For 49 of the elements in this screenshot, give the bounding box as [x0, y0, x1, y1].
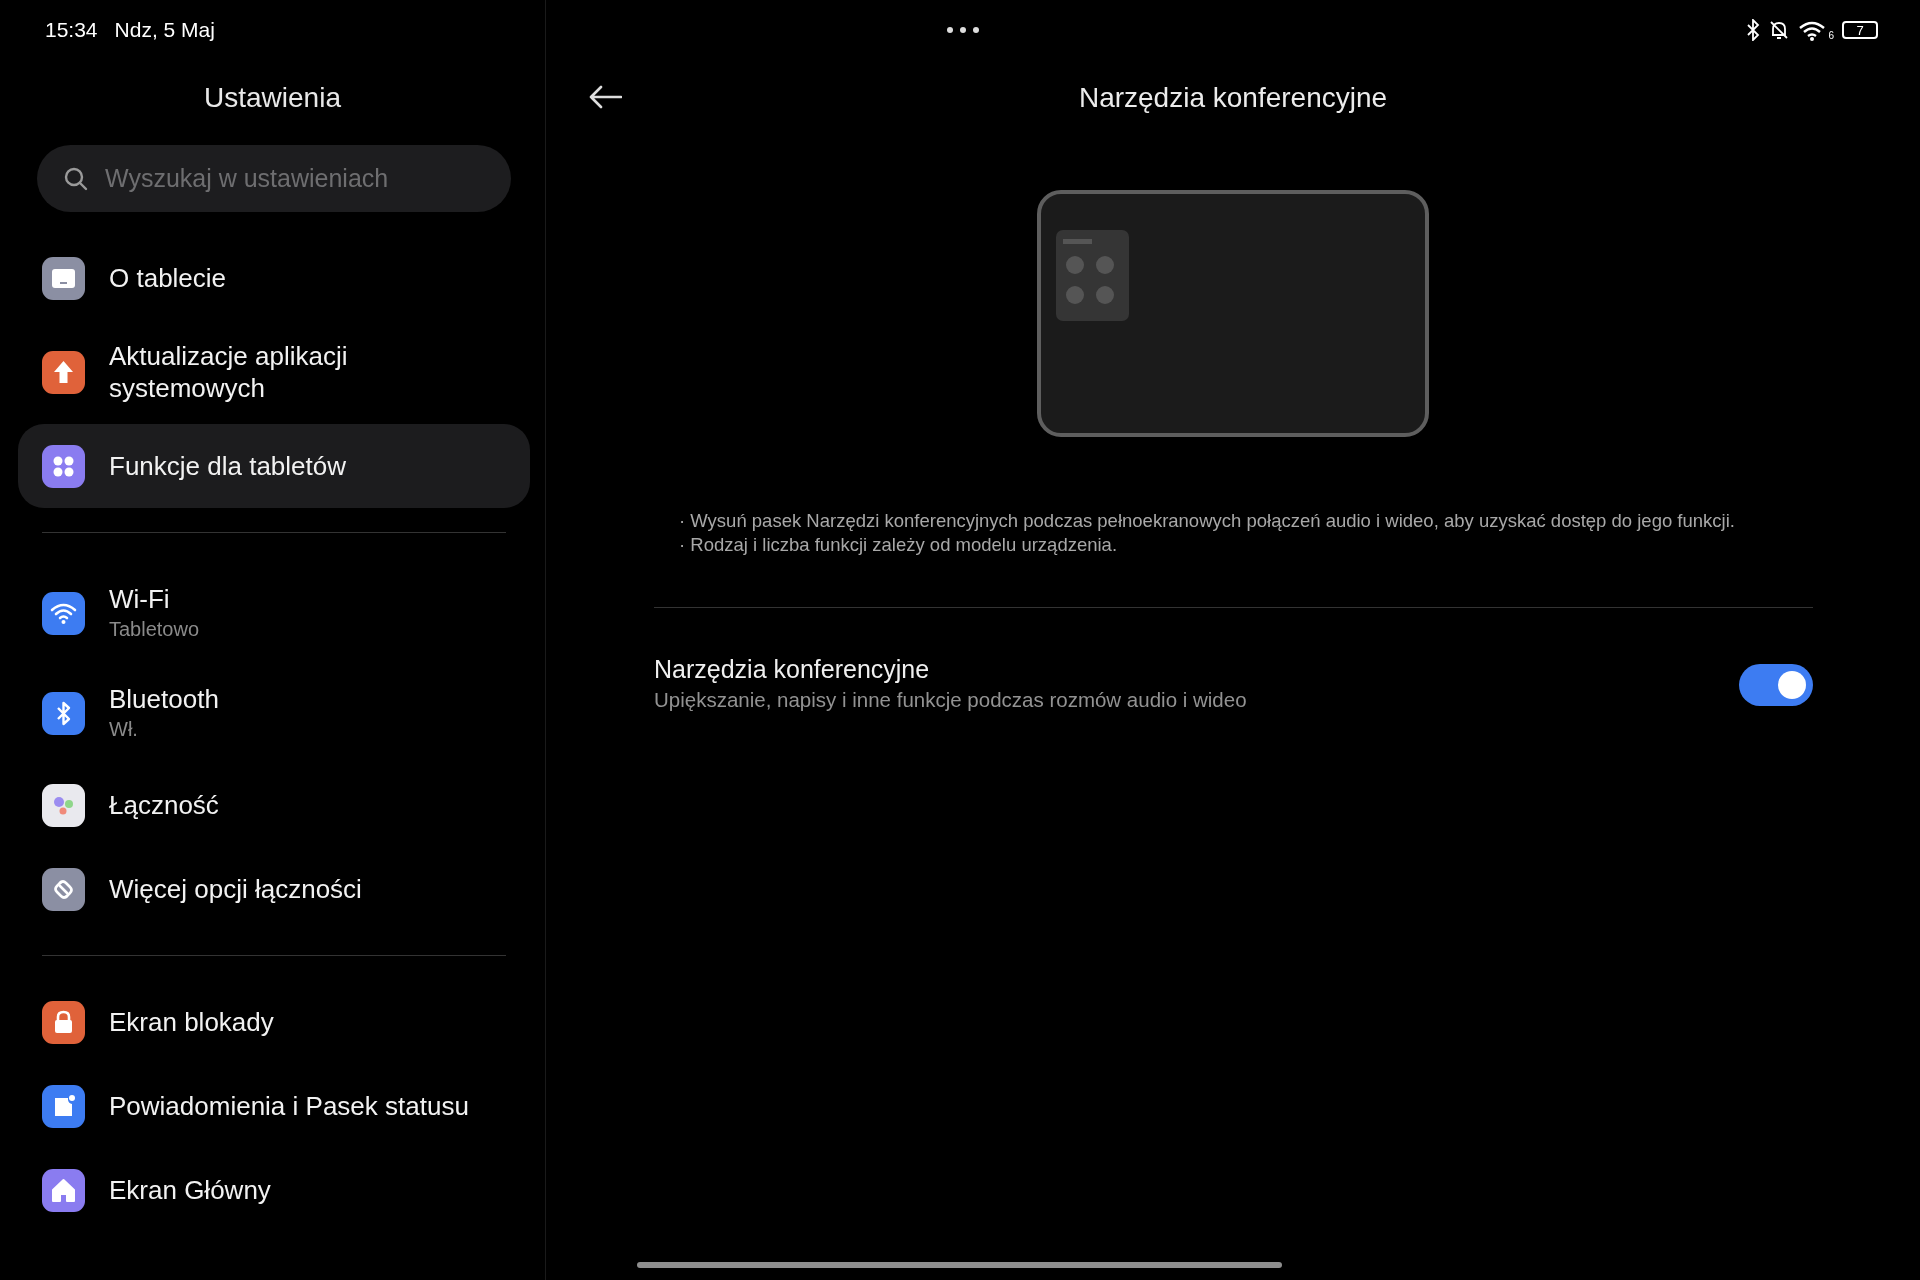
search-field[interactable]: Wyszukaj w ustawieniach: [103, 163, 487, 194]
item-label: Aktualizacje aplikacji systemowych: [109, 340, 349, 404]
four-dots-icon: [42, 444, 85, 488]
item-label: Bluetooth: [109, 683, 219, 715]
search-bar[interactable]: Wyszukaj w ustawieniach: [37, 145, 511, 212]
sidebar-item[interactable]: Ekran Główny: [18, 1148, 530, 1232]
bluetooth-icon: [42, 691, 85, 735]
item-label: Ekran blokady: [109, 1006, 274, 1038]
sidebar-item[interactable]: Funkcje dla tabletów: [18, 424, 530, 508]
sidebar-item[interactable]: Powiadomienia i Pasek statusu: [18, 1064, 530, 1148]
item-label: Wi-Fi: [109, 583, 171, 615]
sidebar-item[interactable]: Łączność: [18, 763, 530, 847]
sidebar-item[interactable]: Aktualizacje aplikacji systemowych: [18, 320, 530, 424]
item-label: Powiadomienia i Pasek statusu: [109, 1090, 469, 1122]
toggle-switch[interactable]: [1739, 663, 1813, 706]
item-label: Więcej opcji łączności: [109, 873, 362, 905]
page-title: Narzędzia konferencyjne: [1078, 82, 1388, 114]
link-icon: [42, 867, 85, 911]
sidebar-item[interactable]: Ekran blokady: [18, 980, 530, 1064]
setting-title: Narzędzia konferencyjne: [654, 654, 931, 685]
wifi-signal-label: 6: [1828, 29, 1834, 41]
item-subtitle: Wł.: [109, 717, 139, 742]
item-subtitle: Tabletowo: [109, 617, 200, 642]
colored-dots-icon: [42, 783, 85, 827]
wifi-icon: [1798, 19, 1827, 41]
item-label: Łączność: [109, 789, 219, 821]
bluetooth-icon: [1746, 19, 1761, 41]
sidebar-item[interactable]: Więcej opcji łączności: [18, 847, 530, 931]
notification-icon: [42, 1084, 85, 1128]
info-note: · Rodzaj i liczba funkcji zależy od modelu urządzenia.: [679, 533, 1119, 557]
item-label: Ekran Główny: [109, 1174, 271, 1206]
sidebar-title: Ustawienia: [203, 81, 342, 115]
item-label: Funkcje dla tabletów: [109, 450, 347, 482]
item-label: O tablecie: [109, 262, 227, 294]
battery-icon: 7: [1842, 21, 1878, 39]
sidebar-item[interactable]: Bluetooth Wł.: [18, 663, 530, 763]
status-date: Ndz, 5 Maj: [114, 18, 215, 42]
info-note: · Wysuń pasek Narzędzi konferencyjnych podczas pełnoekranowych połączeń audio i wideo, aby uzyskać dostęp do jego funkcji.: [679, 509, 1736, 533]
setting-description: Upiększanie, napisy i inne funkcje podczas rozmów audio i wideo: [654, 687, 1248, 713]
wifi-icon: [42, 591, 85, 635]
lock-icon: [42, 1000, 85, 1044]
more-dots-icon[interactable]: [946, 26, 980, 34]
sidebar-item[interactable]: O tablecie: [18, 236, 530, 320]
sidebar-item[interactable]: Wi-Fi Tabletowo: [18, 563, 530, 663]
tablet-icon: [42, 256, 85, 300]
search-icon: [63, 165, 89, 192]
home-icon: [42, 1168, 85, 1212]
clock-time: 15:34: [45, 18, 98, 42]
back-arrow-icon[interactable]: [588, 84, 622, 110]
